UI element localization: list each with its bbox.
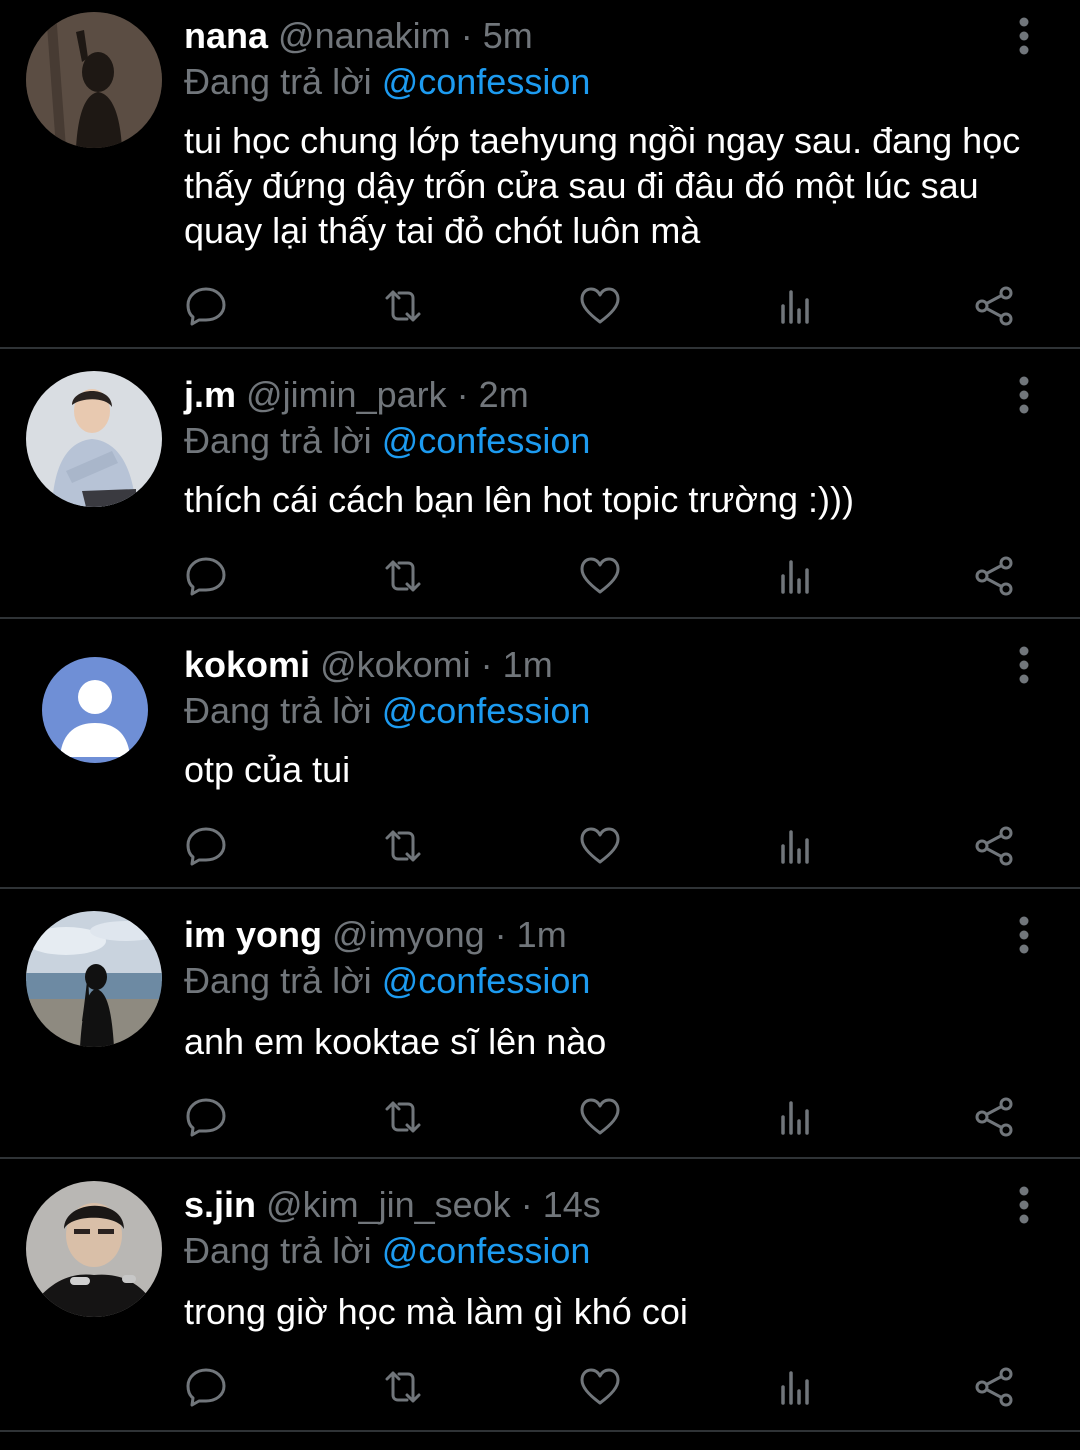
analytics-icon[interactable]: [769, 278, 825, 334]
replying-prefix: Đang trả lời: [184, 61, 372, 102]
action-bar: [0, 278, 1080, 334]
reply-icon[interactable]: [178, 548, 234, 604]
replying-to: Đang trả lời @confession: [184, 959, 590, 1003]
replying-prefix: Đang trả lời: [184, 420, 372, 461]
separator-dot: ·: [460, 15, 473, 56]
tweet-text: thích cái cách bạn lên hot topic trường …: [184, 479, 855, 520]
mention-link[interactable]: @confession: [382, 960, 591, 1001]
separator-dot: ·: [480, 644, 493, 685]
display-name[interactable]: s.jin: [184, 1184, 256, 1225]
default-avatar-icon: [42, 657, 148, 763]
timestamp[interactable]: 5m: [483, 15, 533, 56]
tweet-text: anh em kooktae sĩ lên nào: [184, 1021, 607, 1062]
display-name[interactable]: im yong: [184, 914, 322, 955]
heart-icon[interactable]: [572, 548, 628, 604]
analytics-icon[interactable]: [769, 1089, 825, 1145]
tweet-header: nana @nanakim · 5m: [184, 14, 533, 58]
heart-icon[interactable]: [572, 278, 628, 334]
retweet-icon[interactable]: [375, 278, 431, 334]
more-vertical-icon[interactable]: [1010, 645, 1038, 685]
more-vertical-icon[interactable]: [1010, 915, 1038, 955]
avatar[interactable]: [42, 657, 148, 763]
replying-prefix: Đang trả lời: [184, 960, 372, 1001]
heart-icon[interactable]: [572, 1359, 628, 1415]
tweet-header: im yong @imyong · 1m: [184, 913, 567, 957]
timestamp[interactable]: 2m: [479, 374, 529, 415]
tweet-text: trong giờ học mà làm gì khó coi: [184, 1291, 688, 1332]
avatar[interactable]: [26, 1181, 162, 1317]
tweet[interactable]: nana @nanakim · 5m Đang trả lời @confess…: [0, 0, 1080, 349]
more-vertical-icon[interactable]: [1010, 375, 1038, 415]
username[interactable]: @nanakim: [278, 15, 451, 56]
share-icon[interactable]: [966, 1089, 1022, 1145]
tweet-text: otp của tui: [184, 749, 351, 790]
replying-to: Đang trả lời @confession: [184, 60, 590, 104]
action-bar: [0, 1359, 1080, 1415]
tweet-header: kokomi @kokomi · 1m: [184, 643, 553, 687]
more-vertical-icon[interactable]: [1010, 1185, 1038, 1225]
mention-link[interactable]: @confession: [382, 1230, 591, 1271]
display-name[interactable]: nana: [184, 15, 268, 56]
separator-dot: ·: [494, 914, 507, 955]
mention-link[interactable]: @confession: [382, 690, 591, 731]
timestamp[interactable]: 14s: [543, 1184, 601, 1225]
reply-icon[interactable]: [178, 818, 234, 874]
reply-icon[interactable]: [178, 1359, 234, 1415]
retweet-icon[interactable]: [375, 818, 431, 874]
timestamp[interactable]: 1m: [503, 644, 553, 685]
tweet[interactable]: im yong @imyong · 1m Đang trả lời @confe…: [0, 889, 1080, 1159]
action-bar: [0, 548, 1080, 604]
analytics-icon[interactable]: [769, 818, 825, 874]
avatar[interactable]: [26, 911, 162, 1047]
display-name[interactable]: j.m: [184, 374, 236, 415]
tweet-text: tui học chung lớp taehyung ngồi ngay sau…: [184, 120, 1021, 251]
tweet[interactable]: s.jin @kim_jin_seok · 14s Đang trả lời @…: [0, 1159, 1080, 1432]
avatar-image: [26, 1181, 162, 1317]
replying-to: Đang trả lời @confession: [184, 689, 590, 733]
username[interactable]: @kokomi: [320, 644, 471, 685]
replying-prefix: Đang trả lời: [184, 1230, 372, 1271]
avatar-image: [26, 371, 162, 507]
username[interactable]: @kim_jin_seok: [266, 1184, 511, 1225]
replying-to: Đang trả lời @confession: [184, 419, 590, 463]
reply-icon[interactable]: [178, 1089, 234, 1145]
share-icon[interactable]: [966, 548, 1022, 604]
username[interactable]: @jimin_park: [246, 374, 447, 415]
share-icon[interactable]: [966, 278, 1022, 334]
retweet-icon[interactable]: [375, 1359, 431, 1415]
analytics-icon[interactable]: [769, 548, 825, 604]
retweet-icon[interactable]: [375, 548, 431, 604]
replying-prefix: Đang trả lời: [184, 690, 372, 731]
share-icon[interactable]: [966, 818, 1022, 874]
separator-dot: ·: [456, 374, 469, 415]
action-bar: [0, 818, 1080, 874]
avatar-image: [26, 911, 162, 1047]
heart-icon[interactable]: [572, 818, 628, 874]
timestamp[interactable]: 1m: [517, 914, 567, 955]
display-name[interactable]: kokomi: [184, 644, 310, 685]
reply-icon[interactable]: [178, 278, 234, 334]
tweet-header: s.jin @kim_jin_seok · 14s: [184, 1183, 601, 1227]
analytics-icon[interactable]: [769, 1359, 825, 1415]
share-icon[interactable]: [966, 1359, 1022, 1415]
mention-link[interactable]: @confession: [382, 61, 591, 102]
retweet-icon[interactable]: [375, 1089, 431, 1145]
tweet-header: j.m @jimin_park · 2m: [184, 373, 529, 417]
username[interactable]: @imyong: [332, 914, 485, 955]
action-bar: [0, 1089, 1080, 1145]
tweet[interactable]: kokomi @kokomi · 1m Đang trả lời @confes…: [0, 619, 1080, 889]
avatar[interactable]: [26, 371, 162, 507]
more-vertical-icon[interactable]: [1010, 16, 1038, 56]
mention-link[interactable]: @confession: [382, 420, 591, 461]
replying-to: Đang trả lời @confession: [184, 1229, 590, 1273]
avatar[interactable]: [26, 12, 162, 148]
heart-icon[interactable]: [572, 1089, 628, 1145]
separator-dot: ·: [520, 1184, 533, 1225]
avatar-image: [26, 12, 162, 148]
tweet[interactable]: j.m @jimin_park · 2m Đang trả lời @confe…: [0, 349, 1080, 619]
